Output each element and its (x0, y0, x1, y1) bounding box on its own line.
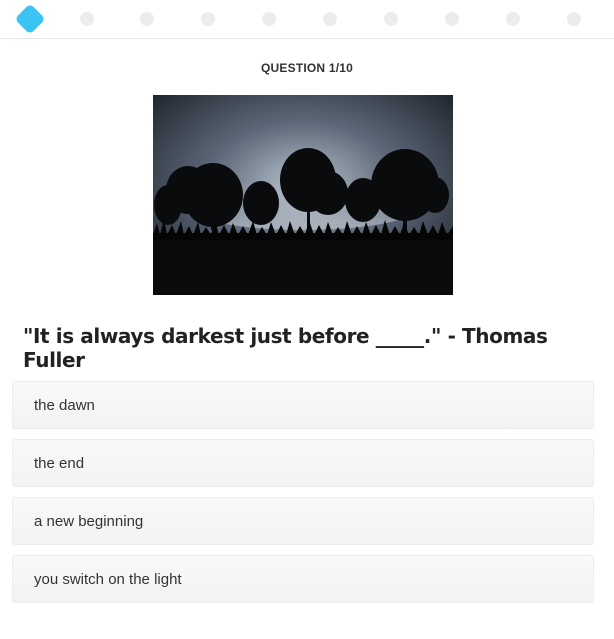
progress-step-3 (140, 12, 154, 26)
question-image (153, 95, 453, 295)
question-text: "It is always darkest just before _____.… (23, 324, 548, 372)
answer-option-2[interactable]: the end (12, 439, 594, 487)
progress-step-7 (384, 12, 398, 26)
progress-step-8 (445, 12, 459, 26)
answer-option-1[interactable]: the dawn (12, 381, 594, 429)
progress-step-4 (201, 12, 215, 26)
progress-step-2 (80, 12, 94, 26)
progress-step-10 (567, 12, 581, 26)
progress-step-5 (262, 12, 276, 26)
answer-list: the dawn the end a new beginning you swi… (12, 381, 594, 613)
progress-step-9 (506, 12, 520, 26)
progress-bar (0, 0, 614, 39)
answer-option-3[interactable]: a new beginning (12, 497, 594, 545)
progress-step-current-icon (14, 3, 46, 35)
answer-option-4[interactable]: you switch on the light (12, 555, 594, 603)
progress-step-6 (323, 12, 337, 26)
question-counter: QUESTION 1/10 (261, 61, 353, 75)
